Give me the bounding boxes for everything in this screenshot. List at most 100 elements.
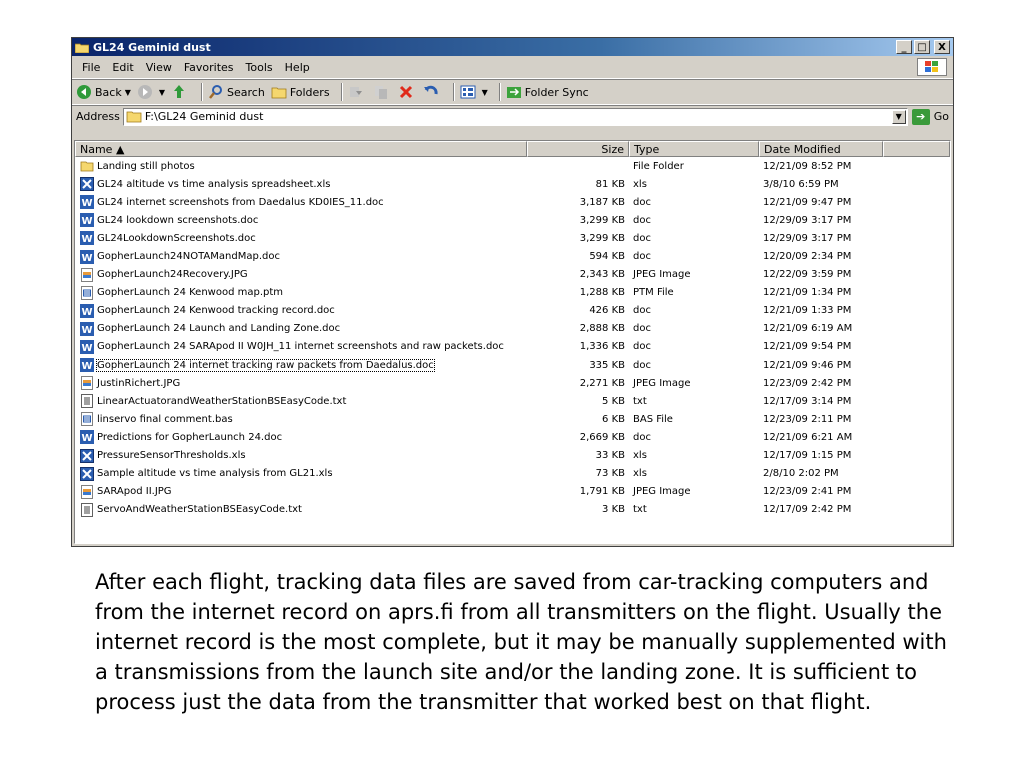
column-header-name[interactable]: Name ▲ <box>75 141 527 157</box>
file-type: File Folder <box>633 160 684 172</box>
file-type: doc <box>633 196 651 208</box>
maximize-button[interactable]: □ <box>914 40 930 54</box>
file-name: GL24LookdownScreenshots.doc <box>97 232 256 244</box>
undo-icon <box>423 85 438 95</box>
file-type: JPEG Image <box>633 269 691 281</box>
folder-sync-icon <box>506 87 521 98</box>
file-size: 335 KB <box>589 359 625 371</box>
file-name-cell: ServoAndWeatherStationBSEasyCode.txt <box>75 502 527 517</box>
back-arrow-icon <box>77 85 91 99</box>
copy-to-button[interactable] <box>373 84 392 100</box>
delete-button[interactable] <box>398 84 417 100</box>
generic-file-icon <box>80 285 94 300</box>
word-icon: W <box>80 430 94 445</box>
file-row[interactable]: W GopherLaunch 24 Launch and Landing Zone… <box>75 320 950 338</box>
address-input[interactable]: F:\GL24 Geminid dust ▼ <box>122 107 908 126</box>
folders-icon <box>271 87 287 99</box>
file-size: 1,288 KB <box>579 287 625 299</box>
file-name-cell: Landing still photos <box>75 159 527 173</box>
menu-edit[interactable]: Edit <box>106 61 139 74</box>
generic-file-icon <box>80 412 94 427</box>
menu-tools[interactable]: Tools <box>240 61 279 74</box>
file-size: 73 KB <box>595 468 625 480</box>
up-folder-button[interactable] <box>171 84 190 100</box>
column-header-type[interactable]: Type <box>629 141 759 157</box>
file-row[interactable]: W GopherLaunch 24 internet tracking raw p… <box>75 356 950 374</box>
move-to-button[interactable] <box>348 84 367 100</box>
file-row[interactable]: ServoAndWeatherStationBSEasyCode.txt 3 KB… <box>75 501 950 519</box>
folder-sync-button[interactable]: Folder Sync <box>506 84 589 100</box>
file-date-modified: 12/21/09 1:34 PM <box>763 287 852 299</box>
address-dropdown-button[interactable]: ▼ <box>891 109 906 124</box>
menu-bar: File Edit View Favorites Tools Help <box>72 56 953 79</box>
file-name-cell: W GopherLaunch 24 SARApod II W0JH_11 inte… <box>75 339 527 354</box>
svg-text:W: W <box>81 234 92 245</box>
title-bar[interactable]: GL24 Geminid dust _ □ X <box>72 38 953 56</box>
column-header-empty <box>883 141 950 157</box>
file-date-modified: 12/23/09 2:42 PM <box>763 377 852 389</box>
search-button[interactable]: Search <box>208 84 265 100</box>
file-row[interactable]: W Predictions for GopherLaunch 24.doc 2,66… <box>75 428 950 446</box>
go-button[interactable]: ➔ Go <box>911 108 949 125</box>
menu-file[interactable]: File <box>76 61 106 74</box>
file-type: doc <box>633 341 651 353</box>
folders-button[interactable]: Folders <box>271 84 330 100</box>
folder-icon <box>126 111 142 123</box>
file-name: GopherLaunch 24 Kenwood map.ptm <box>97 287 284 299</box>
column-header-date-modified[interactable]: Date Modified <box>759 141 883 157</box>
file-name-cell: W GL24 lookdown screenshots.doc <box>75 213 527 228</box>
file-name-cell: GL24 altitude vs time analysis spreadshe… <box>75 177 527 192</box>
file-row[interactable]: SARApod II.JPG 1,791 KB JPEG Image 12/23/09… <box>75 483 950 501</box>
file-name: GopherLaunch24NOTAMandMap.doc <box>97 251 280 263</box>
file-row[interactable]: JustinRichert.JPG 2,271 KB JPEG Image 12/23… <box>75 374 950 392</box>
file-size: 5 KB <box>602 395 625 407</box>
address-path: F:\GL24 Geminid dust <box>144 110 264 123</box>
undo-button[interactable] <box>423 84 442 100</box>
file-date-modified: 12/21/09 6:19 AM <box>763 323 853 335</box>
file-row[interactable]: W GL24 internet screenshots from Daedalus… <box>75 193 950 211</box>
file-row[interactable]: Sample altitude vs time analysis from GL… <box>75 465 950 483</box>
file-row[interactable]: linservo final comment.bas 6 KB BAS File 12… <box>75 410 950 428</box>
file-name-cell: JustinRichert.JPG <box>75 376 527 391</box>
file-row[interactable]: GL24 altitude vs time analysis spreadshe… <box>75 175 950 193</box>
column-header-size[interactable]: Size <box>527 141 629 157</box>
file-name-cell: PressureSensorThresholds.xls <box>75 448 527 463</box>
file-name: Landing still photos <box>97 160 195 172</box>
views-button[interactable]: ▼ <box>460 84 488 100</box>
file-date-modified: 12/21/09 1:33 PM <box>763 305 852 317</box>
file-row[interactable]: LinearActuatorandWeatherStationBSEasyCod… <box>75 392 950 410</box>
file-row[interactable]: Landing still photos File Folder 12/21/09 … <box>75 157 950 175</box>
word-icon: W <box>80 321 94 336</box>
window-title: GL24 Geminid dust <box>93 40 211 54</box>
move-to-icon <box>349 87 362 97</box>
file-name-cell: GopherLaunch 24 Kenwood map.ptm <box>75 285 527 300</box>
file-row[interactable]: W GopherLaunch 24 SARApod II W0JH_11 inte… <box>75 338 950 356</box>
file-row[interactable]: W GopherLaunch 24 Kenwood tracking record… <box>75 302 950 320</box>
file-type: JPEG Image <box>633 377 691 389</box>
menu-favorites[interactable]: Favorites <box>178 61 240 74</box>
file-size: 2,343 KB <box>579 269 625 281</box>
file-size: 3,299 KB <box>579 232 625 244</box>
file-row[interactable]: W GL24 lookdown screenshots.doc 3,299 KB do… <box>75 211 950 229</box>
excel-icon <box>80 448 94 463</box>
folder-icon <box>80 159 94 173</box>
toolbar-separator <box>498 83 501 101</box>
forward-button[interactable]: ▼ <box>137 84 165 100</box>
file-row[interactable]: W GopherLaunch24NOTAMandMap.doc 594 KB doc 1… <box>75 247 950 265</box>
back-button[interactable]: Back ▼ <box>76 84 131 100</box>
toolbar-separator <box>201 83 204 101</box>
forward-arrow-icon <box>137 85 152 99</box>
file-size: 6 KB <box>602 413 625 425</box>
file-name: GopherLaunch 24 Launch and Landing Zone.… <box>97 323 341 335</box>
file-row[interactable]: PressureSensorThresholds.xls 33 KB xls 12/1… <box>75 447 950 465</box>
file-date-modified: 12/21/09 6:21 AM <box>763 431 853 443</box>
file-row[interactable]: GopherLaunch24Recovery.JPG 2,343 KB JPEG I… <box>75 266 950 284</box>
minimize-button[interactable]: _ <box>896 40 912 54</box>
folders-label: Folders <box>289 85 330 99</box>
close-button[interactable]: X <box>934 40 950 54</box>
file-row[interactable]: GopherLaunch 24 Kenwood map.ptm 1,288 KB P… <box>75 284 950 302</box>
menu-help[interactable]: Help <box>279 61 316 74</box>
file-size: 426 KB <box>589 305 625 317</box>
file-row[interactable]: W GL24LookdownScreenshots.doc 3,299 KB doc 1… <box>75 229 950 247</box>
menu-view[interactable]: View <box>140 61 178 74</box>
